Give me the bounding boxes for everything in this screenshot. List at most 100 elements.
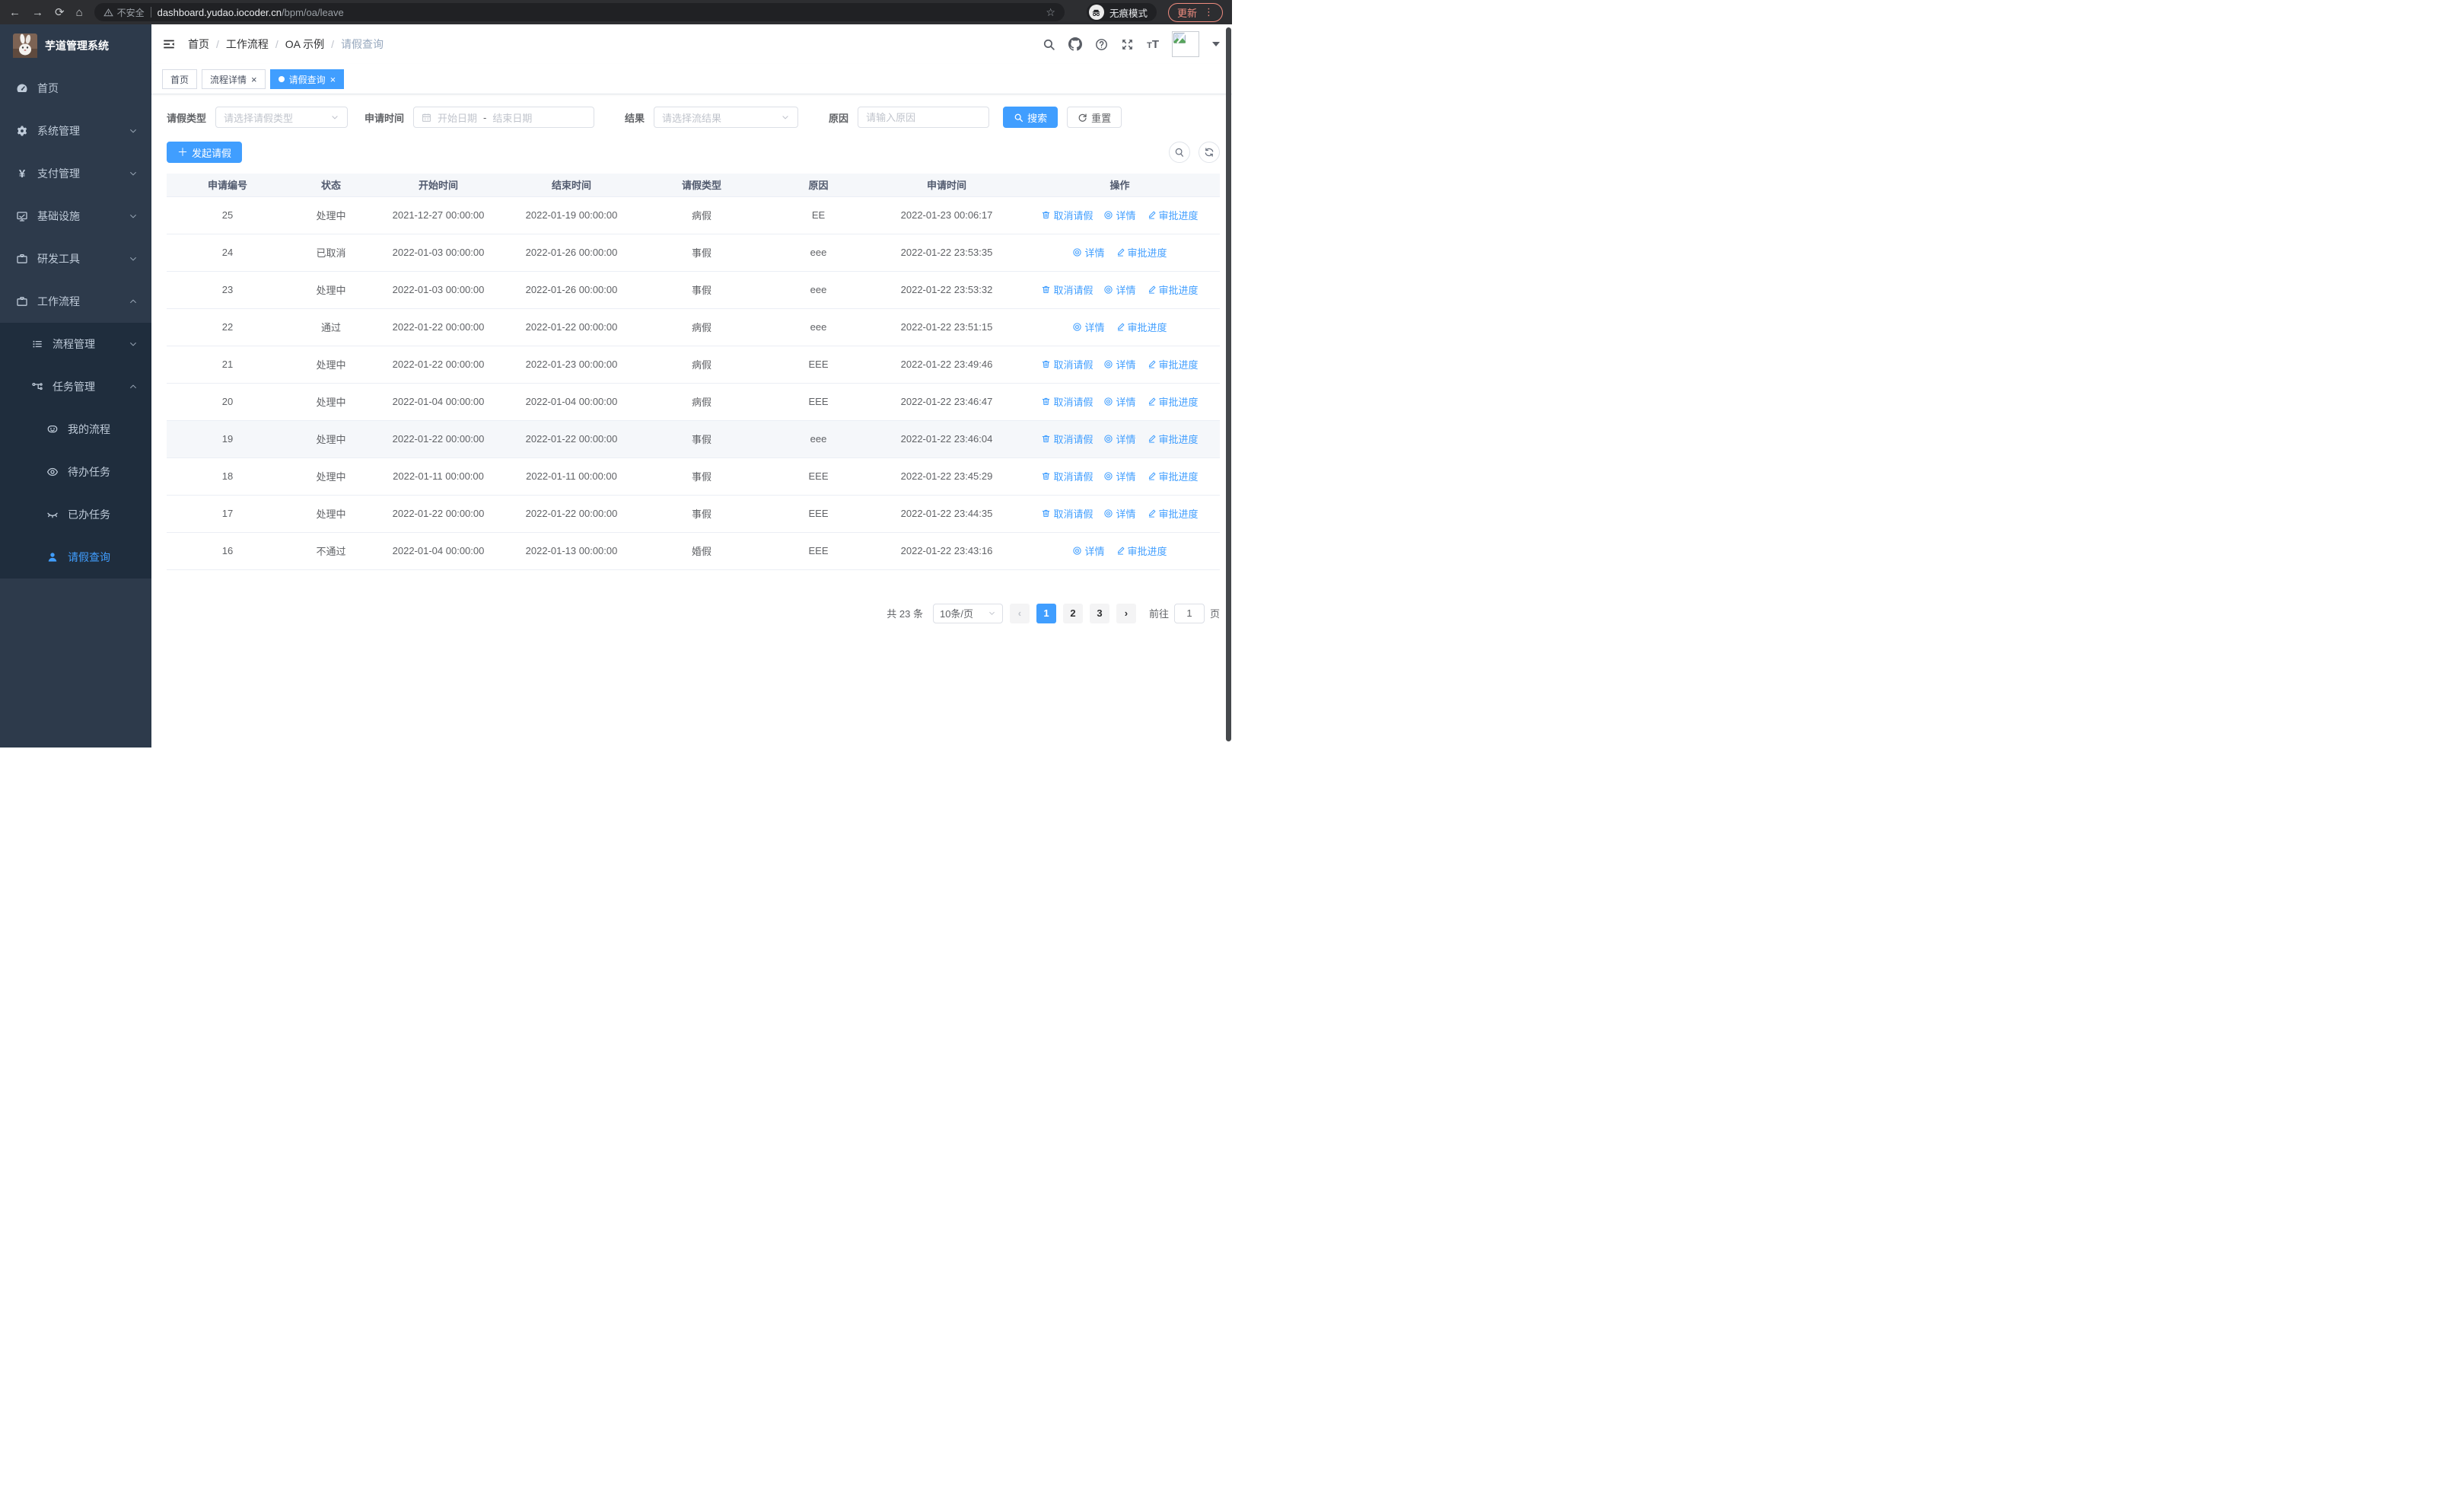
chevron-down-icon <box>129 254 138 263</box>
sidebar-item-home[interactable]: 首页 <box>0 67 151 110</box>
action-progress[interactable]: 审批进度 <box>1147 282 1199 297</box>
action-cancel[interactable]: 取消请假 <box>1041 394 1093 409</box>
action-detail[interactable]: 详情 <box>1103 506 1136 521</box>
help-icon[interactable] <box>1095 38 1108 51</box>
table-cell: 处理中 <box>288 457 374 496</box>
reason-input[interactable] <box>866 111 982 123</box>
close-icon[interactable]: × <box>330 75 336 84</box>
page-button-1[interactable]: 1 <box>1036 603 1056 623</box>
browser-menu-icon[interactable]: ⋮ <box>1204 6 1214 18</box>
reset-button[interactable]: 重置 <box>1067 107 1122 128</box>
leave-type-select[interactable]: 请选择请假类型 <box>215 107 349 128</box>
action-cancel[interactable]: 取消请假 <box>1041 282 1093 297</box>
action-progress[interactable]: 审批进度 <box>1116 543 1167 558</box>
sidebar-item-task-mgmt[interactable]: 任务管理 <box>0 365 151 408</box>
action-detail[interactable]: 详情 <box>1103 357 1136 371</box>
sidebar-item-my-process[interactable]: 我的流程 <box>0 408 151 451</box>
action-progress[interactable]: 审批进度 <box>1147 208 1199 222</box>
action-detail[interactable]: 详情 <box>1103 394 1136 409</box>
sidebar-item-label: 已办任务 <box>68 508 110 521</box>
action-detail[interactable]: 详情 <box>1072 543 1105 558</box>
active-tab-dot <box>278 76 285 82</box>
action-progress[interactable]: 审批进度 <box>1147 469 1199 483</box>
tab-首页[interactable]: 首页 <box>162 69 198 89</box>
browser-update-button[interactable]: 更新 ⋮ <box>1167 2 1223 22</box>
action-cancel[interactable]: 取消请假 <box>1041 357 1093 371</box>
bookmark-star-icon[interactable]: ☆ <box>1046 6 1055 19</box>
action-detail[interactable]: 详情 <box>1103 432 1136 446</box>
leave-table: 申请编号 状态 开始时间 结束时间 请假类型 原因 申请时间 操作 25 处理中 2021-12-… <box>167 174 1220 570</box>
page-size-select[interactable]: 10条/页 <box>932 603 1003 623</box>
column-header: 原因 <box>763 174 874 197</box>
fullscreen-icon[interactable] <box>1121 38 1134 51</box>
search-button[interactable]: 搜索 <box>1003 107 1059 128</box>
sidebar-item-workflow[interactable]: 工作流程 <box>0 280 151 323</box>
sidebar-item-done-tasks[interactable]: 已办任务 <box>0 493 151 536</box>
reload-icon[interactable]: ⟳ <box>55 7 65 18</box>
action-detail[interactable]: 详情 <box>1072 320 1105 334</box>
table-search-icon[interactable] <box>1169 142 1190 163</box>
action-progress[interactable]: 审批进度 <box>1116 320 1167 334</box>
sidebar-item-label: 任务管理 <box>53 381 95 393</box>
breadcrumb-item[interactable]: OA 示例 <box>285 37 324 52</box>
home-icon[interactable]: ⌂ <box>76 7 83 18</box>
github-icon[interactable] <box>1068 37 1083 51</box>
font-size-icon[interactable]: TT <box>1147 38 1159 51</box>
tab-请假查询[interactable]: 请假查询 × <box>269 69 345 89</box>
sidebar-item-todo-tasks[interactable]: 待办任务 <box>0 451 151 493</box>
action-cancel[interactable]: 取消请假 <box>1041 432 1093 446</box>
table-cell: eee <box>763 308 874 346</box>
sidebar-item-payment[interactable]: ¥ 支付管理 <box>0 152 151 195</box>
action-cancel[interactable]: 取消请假 <box>1041 208 1093 222</box>
page-button-2[interactable]: 2 <box>1062 603 1083 623</box>
action-progress[interactable]: 审批进度 <box>1147 432 1199 446</box>
action-progress[interactable]: 审批进度 <box>1147 506 1199 521</box>
table-refresh-icon[interactable] <box>1199 142 1220 163</box>
table-cell: 病假 <box>640 383 763 421</box>
table-cell: 2022-01-13 00:00:00 <box>503 532 640 570</box>
page-scrollbar[interactable] <box>1226 27 1231 741</box>
avatar-caret-icon[interactable] <box>1212 42 1220 46</box>
table-cell: 2022-01-04 00:00:00 <box>374 532 503 570</box>
result-select[interactable]: 请选择流结果 <box>654 107 799 128</box>
reason-input-wrap <box>858 107 990 128</box>
avatar[interactable] <box>1172 31 1199 57</box>
tab-流程详情[interactable]: 流程详情 × <box>202 69 266 89</box>
sidebar-item-devtools[interactable]: 研发工具 <box>0 237 151 280</box>
sidebar-item-process-mgmt[interactable]: 流程管理 <box>0 323 151 365</box>
action-progress[interactable]: 审批进度 <box>1147 357 1199 371</box>
sidebar-collapse-icon[interactable] <box>162 37 176 51</box>
actions-cell: 详情 审批进度 <box>1020 308 1220 346</box>
page-button-3[interactable]: 3 <box>1089 603 1109 623</box>
forward-icon[interactable]: → <box>32 7 43 18</box>
url-text: dashboard.yudao.iocoder.cn/bpm/oa/leave <box>157 6 344 18</box>
actions-cell: 取消请假 详情 审批进度 <box>1020 420 1220 458</box>
action-detail[interactable]: 详情 <box>1072 245 1105 260</box>
security-warning[interactable]: 不安全 <box>103 6 145 19</box>
action-cancel[interactable]: 取消请假 <box>1041 506 1093 521</box>
goto-page-input[interactable] <box>1173 603 1205 623</box>
create-leave-button[interactable]: ＋ 发起请假 <box>167 142 243 163</box>
apply-time-range-picker[interactable]: 开始日期 - 结束日期 <box>413 107 595 128</box>
breadcrumb-item[interactable]: 首页 <box>188 37 209 52</box>
sidebar-item-infra[interactable]: 基础设施 <box>0 195 151 237</box>
sidebar-item-label: 支付管理 <box>37 167 80 180</box>
table-cell: 2022-01-22 00:00:00 <box>374 420 503 458</box>
view-icon <box>1103 359 1113 369</box>
prev-page-button[interactable]: ‹ <box>1009 603 1030 623</box>
action-progress[interactable]: 审批进度 <box>1116 245 1167 260</box>
table-cell: eee <box>763 271 874 309</box>
action-detail[interactable]: 详情 <box>1103 282 1136 297</box>
close-icon[interactable]: × <box>251 75 257 84</box>
action-progress[interactable]: 审批进度 <box>1147 394 1199 409</box>
url-bar[interactable]: 不安全 dashboard.yudao.iocoder.cn/bpm/oa/le… <box>94 3 1065 21</box>
search-icon[interactable] <box>1043 38 1055 51</box>
action-cancel[interactable]: 取消请假 <box>1041 469 1093 483</box>
next-page-button[interactable]: › <box>1116 603 1136 623</box>
action-detail[interactable]: 详情 <box>1103 469 1136 483</box>
breadcrumb-item[interactable]: 工作流程 <box>226 37 269 52</box>
sidebar-item-system[interactable]: 系统管理 <box>0 110 151 152</box>
back-icon[interactable]: ← <box>9 7 21 18</box>
sidebar-item-leave-query[interactable]: 请假查询 <box>0 536 151 579</box>
action-detail[interactable]: 详情 <box>1103 208 1136 222</box>
